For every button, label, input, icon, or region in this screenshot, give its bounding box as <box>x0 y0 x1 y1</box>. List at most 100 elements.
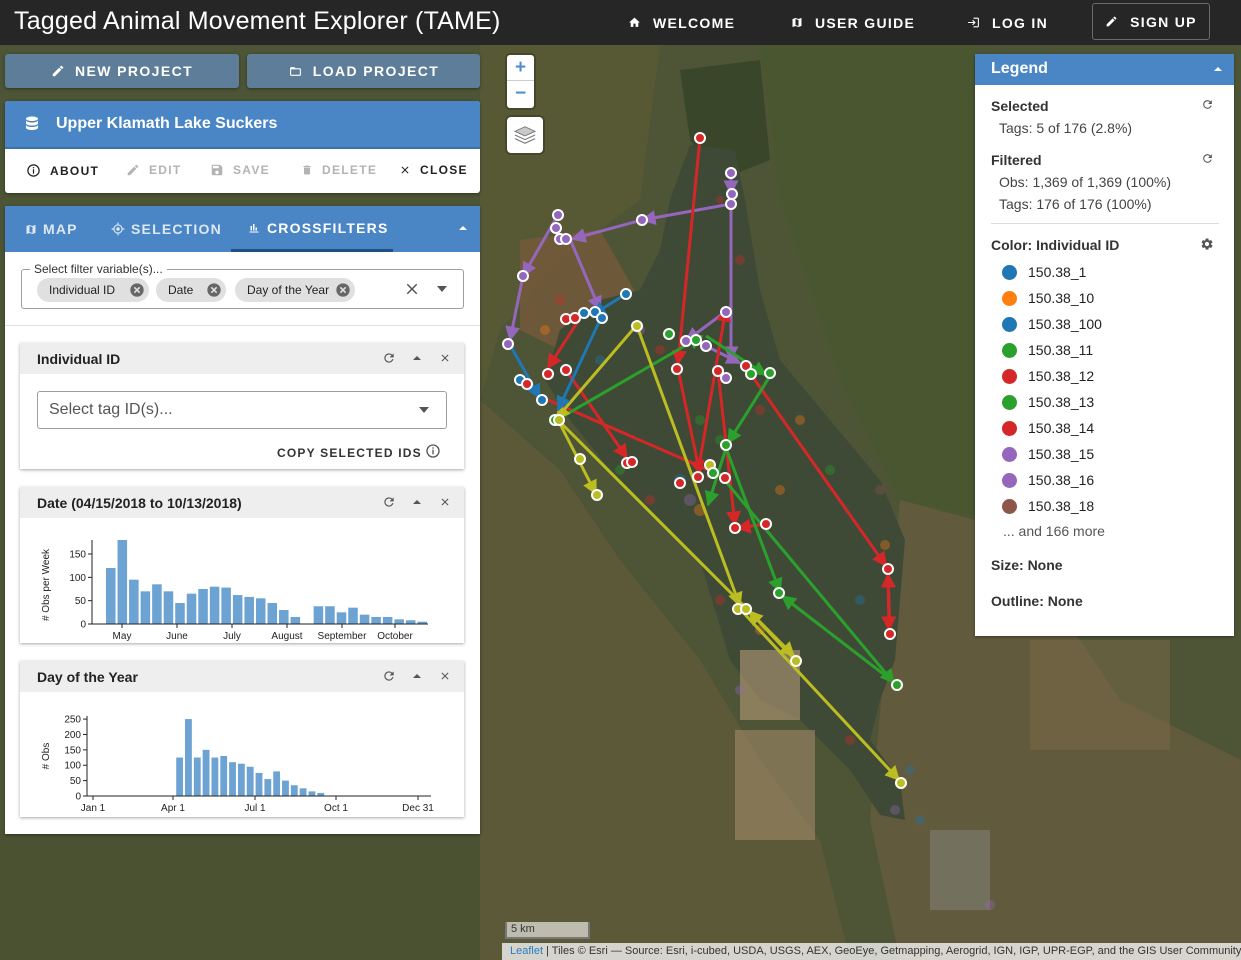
legend-item-label: 150.38_14 <box>1028 420 1095 436</box>
load-project-button[interactable]: LOAD PROJECT <box>247 54 480 88</box>
histogram-bar <box>211 757 219 796</box>
collapse-caret-icon[interactable] <box>1214 66 1222 72</box>
reset-icon[interactable] <box>1201 98 1214 111</box>
edit-button[interactable]: EDIT <box>126 163 182 177</box>
date-histogram[interactable]: # Obs per Week 150 100 50 0 May June July Augu… <box>20 518 464 643</box>
date-filter: Date (04/15/2018 to 10/13/2018) # Obs pe… <box>20 487 464 643</box>
chip-day-of-year: Day of the Year <box>235 278 355 302</box>
zoom-out-button[interactable]: − <box>507 81 534 107</box>
histogram-bar <box>382 617 393 624</box>
chip-remove-icon[interactable] <box>129 282 145 298</box>
new-project-button[interactable]: NEW PROJECT <box>5 54 239 88</box>
x-tick-label: May <box>113 631 132 642</box>
close-icon[interactable] <box>439 670 451 682</box>
collapse-caret-icon[interactable] <box>458 224 468 232</box>
sign-up-button[interactable]: SIGN UP <box>1092 3 1210 40</box>
folder-icon <box>289 66 301 76</box>
color-swatch <box>1002 368 1017 384</box>
nav-welcome[interactable]: WELCOME <box>628 0 735 45</box>
legend-item-label: 150.38_16 <box>1028 472 1095 488</box>
reset-icon[interactable] <box>382 495 396 509</box>
reset-icon[interactable] <box>1201 152 1214 165</box>
histogram-bar <box>336 612 347 624</box>
color-swatch <box>1002 290 1017 306</box>
legend-item[interactable]: 150.38_13 <box>1002 394 1094 410</box>
filter-variable-select[interactable]: Select filter variable(s)... Individual … <box>21 262 464 309</box>
close-icon[interactable] <box>439 352 451 364</box>
legend-item-label: 150.38_11 <box>1028 342 1094 358</box>
close-icon <box>401 166 409 174</box>
color-swatch <box>1002 472 1017 488</box>
info-icon[interactable] <box>425 443 441 459</box>
legend-item[interactable]: 150.38_11 <box>1002 342 1093 358</box>
collapse-caret-icon[interactable] <box>413 355 421 361</box>
legend-item[interactable]: 150.38_10 <box>1002 290 1094 306</box>
project-card: Upper Klamath Lake Suckers ABOUT EDIT SA… <box>5 101 480 193</box>
nav-user-guide[interactable]: USER GUIDE <box>791 0 915 45</box>
color-swatch <box>1002 420 1017 436</box>
y-tick-label: 250 <box>64 715 81 726</box>
tab-crossfilters[interactable]: CROSSFILTERS <box>231 206 393 252</box>
legend-item[interactable]: 150.38_15 <box>1002 446 1094 462</box>
histogram-bar <box>394 619 404 624</box>
collapse-caret-icon[interactable] <box>413 673 421 679</box>
y-tick-label: 150 <box>64 745 81 756</box>
legend-item-label: 150.38_10 <box>1028 290 1095 306</box>
scale-bar: 5 km <box>505 922 590 939</box>
chip-date: Date <box>156 278 226 302</box>
legend-selected-label: Selected <box>991 98 1049 114</box>
x-tick-label: Dec 31 <box>402 803 434 814</box>
legend-color-label: Color: Individual ID <box>991 237 1120 253</box>
chip-remove-icon[interactable] <box>206 282 222 298</box>
divider <box>991 223 1219 224</box>
legend-item[interactable]: 150.38_18 <box>1002 498 1094 514</box>
divider <box>5 325 480 326</box>
track-150-38-100 <box>508 292 627 412</box>
histogram-bar <box>359 614 370 624</box>
pencil-icon <box>52 65 64 77</box>
histogram-bar <box>244 596 254 624</box>
save-button[interactable]: SAVE <box>210 163 270 177</box>
legend-item[interactable]: 150.38_1 <box>1002 264 1086 280</box>
selected-observations <box>502 132 907 789</box>
filter-title: Individual ID <box>37 350 121 367</box>
histogram-bar <box>255 598 266 624</box>
chevron-down-icon[interactable] <box>437 286 447 292</box>
legend-item[interactable]: 150.38_12 <box>1002 368 1094 384</box>
reset-icon[interactable] <box>382 351 396 365</box>
bar-chart-icon <box>249 223 259 232</box>
x-tick-label: Apr 1 <box>161 803 185 814</box>
copy-selected-ids-button[interactable]: COPY SELECTED IDS <box>277 446 422 460</box>
y-tick-label: 100 <box>64 761 81 772</box>
chip-remove-icon[interactable] <box>335 282 351 298</box>
nav-log-in[interactable]: LOG IN <box>967 0 1048 45</box>
histogram-bar <box>106 568 116 624</box>
filter-title: Date (04/15/2018 to 10/13/2018) <box>37 494 242 511</box>
legend-item[interactable]: 150.38_16 <box>1002 472 1094 488</box>
collapse-caret-icon[interactable] <box>413 499 421 505</box>
x-tick-label: July <box>223 631 241 642</box>
legend-item[interactable]: 150.38_100 <box>1002 316 1102 332</box>
close-icon[interactable] <box>439 496 451 508</box>
legend-filtered-label: Filtered <box>991 152 1042 168</box>
tab-map[interactable]: MAP <box>25 206 78 252</box>
histogram-bar <box>193 757 201 796</box>
leaflet-link[interactable]: Leaflet <box>510 945 543 957</box>
tag-id-select[interactable]: Select tag ID(s)... <box>37 391 447 429</box>
tab-selection[interactable]: SELECTION <box>111 206 222 252</box>
layers-icon <box>513 126 537 144</box>
legend-item[interactable]: 150.38_14 <box>1002 420 1094 436</box>
save-icon <box>211 164 223 176</box>
about-button[interactable]: ABOUT <box>26 163 99 178</box>
histogram-bar <box>246 766 254 796</box>
legend-header[interactable]: Legend <box>975 54 1234 85</box>
close-project-button[interactable]: CLOSE <box>399 163 468 177</box>
layers-button[interactable] <box>507 117 543 153</box>
clear-all-icon[interactable] <box>403 280 421 298</box>
day-of-year-histogram[interactable]: # Obs 250 200 150 100 50 0 Jan 1 Apr 1 Jul 1 Oct… <box>20 692 464 817</box>
gear-icon[interactable] <box>1200 237 1214 251</box>
zoom-in-button[interactable]: + <box>507 55 534 81</box>
delete-button[interactable]: DELETE <box>301 163 377 177</box>
histogram-bar <box>198 589 208 624</box>
reset-icon[interactable] <box>382 669 396 683</box>
